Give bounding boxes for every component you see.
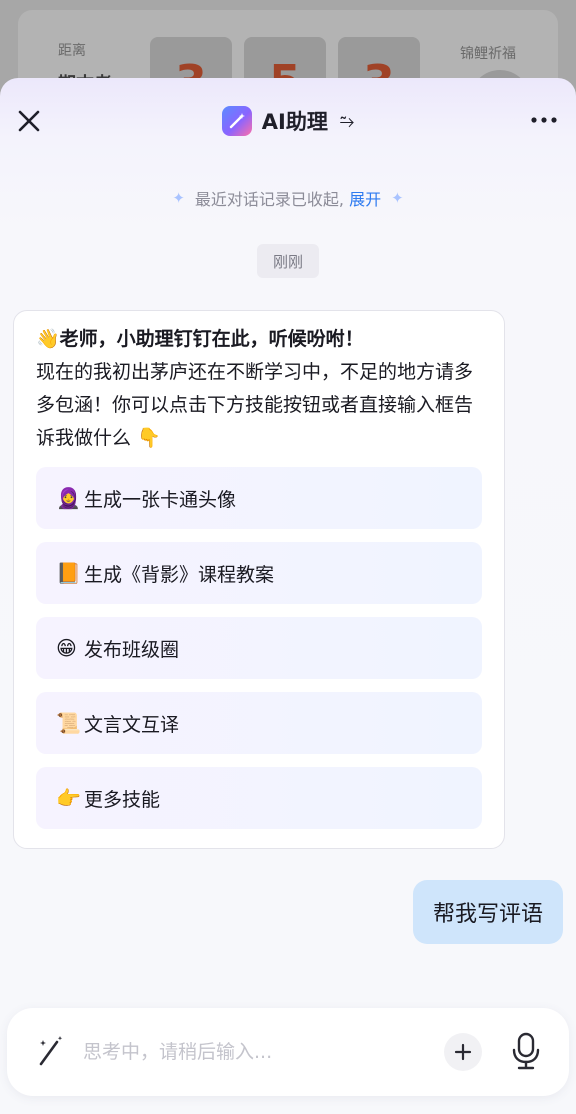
intro-body: 现在的我初出茅庐还在不断学习中，不足的地方请多多包涵！你可以点击下方技能按钮或者… — [36, 361, 474, 449]
skill-label: 生成一张卡通头像 — [84, 488, 237, 511]
expand-history-link[interactable]: 展开 — [349, 190, 381, 209]
voice-button[interactable] — [507, 1030, 545, 1072]
intro-text: 现在的我初出茅庐还在不断学习中，不足的地方请多多包涵！你可以点击下方技能按钮或者… — [36, 356, 482, 455]
assistant-message-bubble: 👋老师，小助理钉钉在此，听候吩咐！ 现在的我初出茅庐还在不断学习中，不足的地方请… — [13, 310, 505, 849]
person-headscarf-icon: 🧕 — [56, 486, 81, 510]
book-icon: 📙 — [56, 561, 81, 585]
grin-icon: 😁 — [56, 636, 77, 660]
background-label-right: 锦鲤祈福 — [460, 46, 516, 62]
scroll-icon: 📜 — [56, 711, 81, 735]
more-icon — [531, 117, 557, 123]
ai-assistant-logo-icon — [221, 106, 252, 136]
greeting-text: 老师，小助理钉钉在此，听候吩咐！ — [59, 328, 364, 350]
skill-label: 生成《背影》课程教案 — [84, 563, 275, 586]
user-message-bubble: 帮我写评语 — [412, 880, 563, 944]
history-note-text: 最近对话记录已收起, — [194, 190, 344, 209]
input-bar — [7, 1008, 569, 1096]
greeting-line: 👋老师，小助理钉钉在此，听候吩咐！ — [36, 323, 482, 356]
title-area[interactable]: AI助理 ⥲ — [0, 106, 576, 136]
skill-button-classical-translation[interactable]: 📜 文言文互译 — [36, 692, 482, 754]
sparkle-icon: ✦ — [391, 189, 404, 207]
point-down-icon: 👇 — [137, 427, 161, 449]
skill-label: 更多技能 — [84, 788, 161, 811]
skill-button-cartoon-avatar[interactable]: 🧕 生成一张卡通头像 — [36, 467, 482, 529]
history-collapsed-note: ✦ 最近对话记录已收起, 展开 ✦ — [0, 186, 576, 210]
skill-button-more[interactable]: 👉 更多技能 — [36, 767, 482, 829]
skill-label: 文言文互译 — [84, 713, 180, 736]
background-label: 距离 — [58, 43, 86, 59]
switch-icon: ⥲ — [339, 110, 355, 132]
skill-list: 🧕 生成一张卡通头像 📙 生成《背影》课程教案 😁 发布班级圈 📜 文言文互译 … — [36, 467, 482, 842]
assistant-sheet: AI助理 ⥲ ✦ 最近对话记录已收起, 展开 ✦ 刚刚 👋老师，小助理钉钉在此，… — [0, 78, 576, 1114]
skill-label: 发布班级圈 — [84, 638, 180, 661]
add-button[interactable] — [444, 1033, 482, 1071]
magic-wand-button[interactable] — [35, 1034, 67, 1068]
more-button[interactable] — [526, 108, 562, 132]
message-input[interactable] — [83, 1032, 423, 1072]
plus-icon — [454, 1043, 472, 1061]
point-right-icon: 👉 — [56, 786, 81, 810]
sheet-header: AI助理 ⥲ — [0, 78, 576, 162]
magic-wand-icon — [39, 1036, 63, 1066]
timestamp-badge: 刚刚 — [257, 244, 319, 278]
sparkle-icon: ✦ — [172, 189, 185, 207]
wave-icon: 👋 — [36, 328, 60, 350]
skill-button-class-circle[interactable]: 😁 发布班级圈 — [36, 617, 482, 679]
skill-button-lesson-plan[interactable]: 📙 生成《背影》课程教案 — [36, 542, 482, 604]
microphone-icon — [512, 1032, 540, 1070]
page-title: AI助理 — [261, 110, 328, 134]
